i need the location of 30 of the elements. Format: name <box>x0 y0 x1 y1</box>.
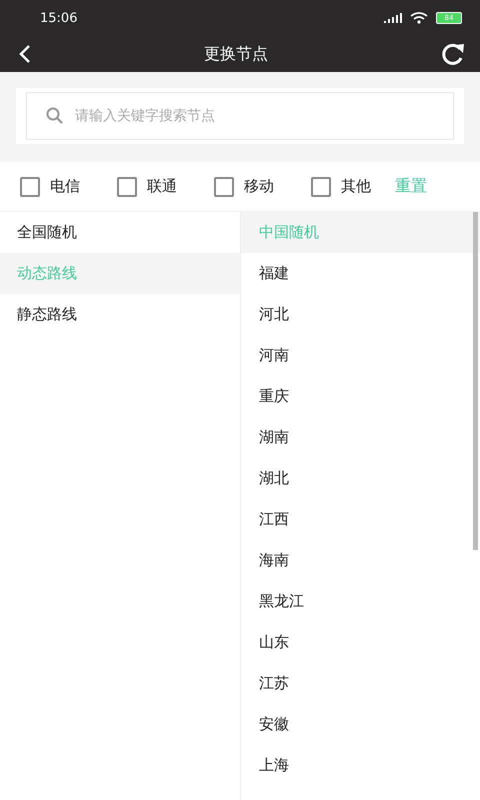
region-item[interactable]: 湖北 <box>241 458 480 499</box>
category-item[interactable]: 静态路线 <box>0 294 240 335</box>
region-item[interactable]: 安徽 <box>241 704 480 745</box>
region-item[interactable]: 海南 <box>241 540 480 581</box>
region-item[interactable]: 河北 <box>241 294 480 335</box>
checkbox-label: 联通 <box>147 177 177 196</box>
region-item[interactable]: 黑龙江 <box>241 581 480 622</box>
search-field[interactable]: 请输入关键字搜索节点 <box>26 92 454 140</box>
region-item[interactable]: 福建 <box>241 253 480 294</box>
page-title: 更换节点 <box>204 44 268 64</box>
checkbox-label: 其他 <box>341 177 371 196</box>
region-item[interactable]: 山东 <box>241 622 480 663</box>
checkbox[interactable] <box>117 176 137 196</box>
category-item[interactable]: 全国随机 <box>0 212 240 253</box>
region-item[interactable]: 上海 <box>241 745 480 786</box>
search-icon <box>46 107 64 125</box>
region-item[interactable]: 重庆 <box>241 376 480 417</box>
scrollbar[interactable] <box>473 212 478 550</box>
region-item[interactable]: 湖南 <box>241 417 480 458</box>
checkbox[interactable] <box>311 176 331 196</box>
status-time: 15:06 <box>40 10 78 26</box>
checkbox-label: 电信 <box>50 177 80 196</box>
checkbox[interactable] <box>20 176 40 196</box>
region-item[interactable]: 江苏 <box>241 663 480 704</box>
checkbox[interactable] <box>214 176 234 196</box>
region-item[interactable]: 江西 <box>241 499 480 540</box>
checkbox-label: 移动 <box>244 177 274 196</box>
signal-icon <box>384 13 402 23</box>
wifi-icon <box>410 12 428 24</box>
region-item[interactable]: 河南 <box>241 335 480 376</box>
